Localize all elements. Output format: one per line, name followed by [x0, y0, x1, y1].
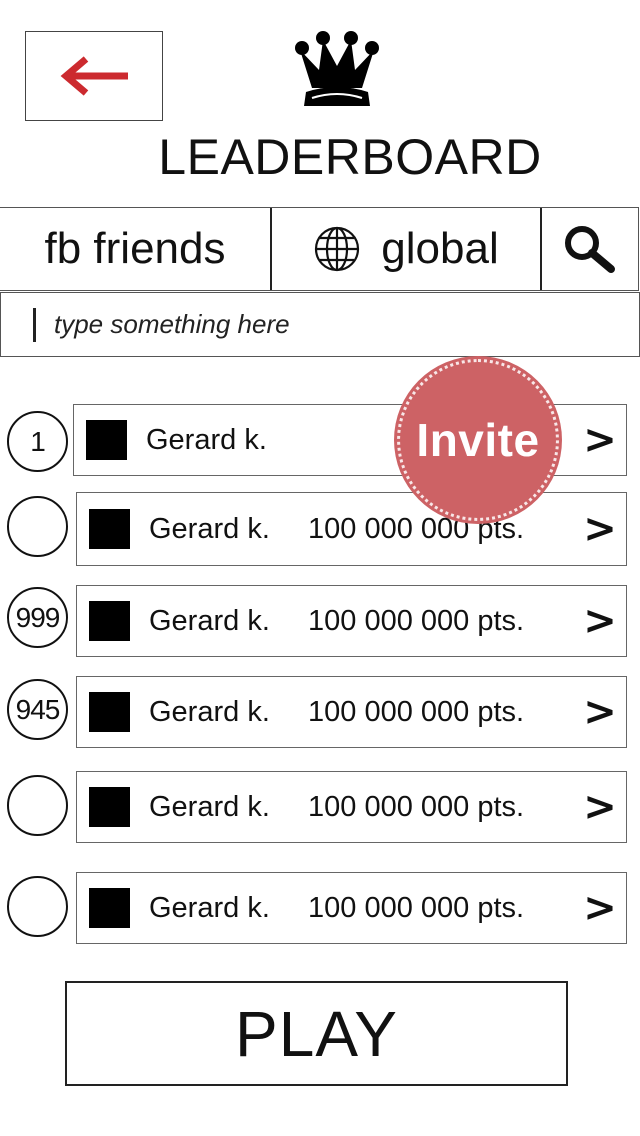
globe-icon — [315, 226, 360, 272]
rank-badge: 999 — [7, 587, 68, 648]
search-button[interactable] — [542, 208, 639, 290]
search-field[interactable] — [0, 292, 640, 357]
chevron-right-icon: > — [583, 784, 617, 830]
player-points: 100 000 000 pts. — [308, 512, 525, 545]
leaderboard-row[interactable]: Gerard k. 100 000 000 pts. > — [76, 676, 627, 748]
search-input[interactable] — [54, 309, 574, 340]
player-points: 100 000 000 pts. — [308, 604, 525, 637]
avatar — [89, 787, 130, 827]
rank-badge: 1 — [7, 411, 68, 472]
tab-global[interactable]: global — [272, 208, 542, 290]
crown-icon — [292, 26, 382, 114]
rank-badge — [7, 876, 68, 937]
leaderboard-row[interactable]: Gerard k. 100 000 000 pts. > — [76, 872, 627, 944]
rank-badge — [7, 496, 68, 557]
tab-bar: fb friends global — [0, 207, 639, 291]
rank-number: 1 — [30, 425, 46, 457]
avatar — [89, 601, 130, 641]
arrow-left-icon — [60, 56, 128, 96]
player-name: Gerard k. — [149, 512, 270, 545]
chevron-right-icon: > — [583, 417, 617, 463]
leaderboard-row[interactable]: Gerard k. 100 000 000 pts. > — [76, 585, 627, 657]
rank-badge — [7, 775, 68, 836]
player-name: Gerard k. — [149, 790, 270, 823]
play-label: PLAY — [235, 997, 398, 1070]
back-button[interactable] — [25, 31, 163, 121]
page-title: LEADERBOARD — [158, 129, 542, 185]
rank-number: 999 — [15, 601, 61, 633]
play-button[interactable]: PLAY — [65, 981, 568, 1086]
chevron-right-icon: > — [583, 506, 617, 552]
leaderboard-row[interactable]: Gerard k. 100 000 000 pts. > — [76, 771, 627, 843]
chevron-right-icon: > — [583, 689, 617, 735]
chevron-right-icon: > — [583, 885, 617, 931]
avatar — [89, 888, 130, 928]
player-points: 100 000 000 pts. — [308, 891, 525, 924]
player-name: Gerard k. — [146, 423, 267, 456]
invite-label: Invite — [416, 414, 540, 466]
tab-label: fb friends — [44, 224, 226, 273]
player-name: Gerard k. — [149, 695, 270, 728]
player-name: Gerard k. — [149, 891, 270, 924]
chevron-right-icon: > — [583, 598, 617, 644]
player-points: 100 000 000 pts. — [308, 695, 525, 728]
tab-fb-friends[interactable]: fb friends — [0, 208, 272, 290]
rank-badge: 945 — [7, 679, 68, 740]
search-icon — [565, 226, 615, 273]
avatar — [89, 509, 130, 549]
text-cursor — [33, 307, 36, 342]
rank-number: 945 — [15, 693, 61, 725]
invite-button[interactable]: Invite — [396, 358, 560, 522]
player-name: Gerard k. — [149, 604, 270, 637]
player-points: 100 000 000 pts. — [308, 790, 525, 823]
leaderboard-row[interactable]: Gerard k. 100 000 000 pts. > — [76, 492, 627, 566]
avatar — [86, 420, 127, 460]
tab-label: global — [381, 224, 499, 273]
avatar — [89, 692, 130, 732]
